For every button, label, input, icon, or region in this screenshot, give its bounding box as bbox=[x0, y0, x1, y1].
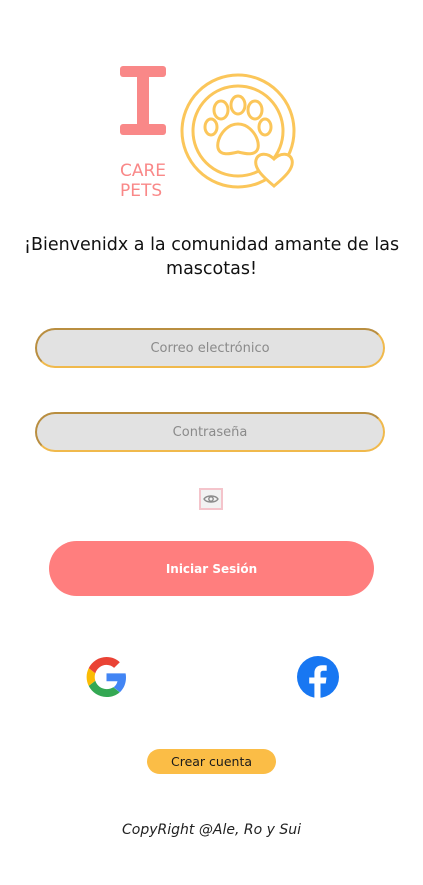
login-button[interactable]: Iniciar Sesión bbox=[49, 541, 374, 596]
facebook-icon[interactable] bbox=[296, 655, 340, 699]
email-input[interactable] bbox=[35, 328, 385, 368]
copyright-footer: CopyRight @Ale, Ro y Sui bbox=[122, 822, 301, 838]
i-care-pets-logo: CARE PETS bbox=[120, 66, 296, 201]
logo-pets-text: PETS bbox=[120, 181, 162, 201]
eye-icon bbox=[203, 495, 219, 503]
welcome-message: ¡Bienvenidx a la comunidad amante de las… bbox=[23, 235, 400, 279]
google-icon[interactable] bbox=[84, 655, 128, 699]
toggle-password-visibility-button[interactable] bbox=[199, 488, 223, 510]
logo-care-text: CARE bbox=[120, 161, 166, 181]
password-input[interactable] bbox=[35, 412, 385, 452]
logo-letter-i bbox=[120, 66, 166, 135]
create-account-button[interactable]: Crear cuenta bbox=[147, 749, 276, 774]
login-screen: CARE PETS ¡Bienvenidx a la comunidad ama… bbox=[0, 0, 423, 885]
